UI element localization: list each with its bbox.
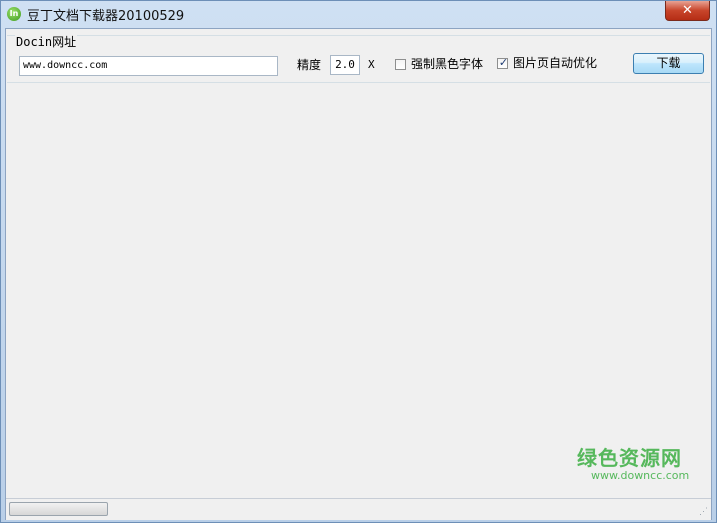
download-button[interactable]: 下载: [633, 53, 704, 74]
app-icon: In: [7, 7, 21, 21]
docin-url-group: Docin网址 www.downcc.com 精度 2.0 X 强制黑色字体 ✓…: [7, 35, 710, 83]
force-black-label[interactable]: 强制黑色字体: [411, 56, 483, 72]
title-bar[interactable]: In 豆丁文档下载器20100529 ✕: [1, 1, 716, 27]
close-button[interactable]: ✕: [665, 1, 710, 21]
auto-optimize-checkbox[interactable]: ✓: [497, 56, 509, 69]
checkmark-icon: ✓: [498, 56, 509, 69]
watermark-url: www.downcc.com: [591, 469, 690, 482]
progress-bar: [9, 502, 108, 516]
status-bar: ⋰: [6, 498, 711, 520]
precision-unit: X: [368, 58, 375, 71]
watermark-text: 绿色资源网: [577, 446, 682, 470]
force-black-checkbox[interactable]: [395, 59, 406, 70]
document-view: [7, 83, 710, 497]
url-input[interactable]: www.downcc.com: [19, 56, 278, 76]
group-label: Docin网址: [15, 35, 78, 49]
close-icon: ✕: [682, 3, 693, 18]
precision-input[interactable]: 2.0: [330, 55, 360, 75]
precision-label: 精度: [297, 58, 322, 72]
resize-grip-icon[interactable]: ⋰: [699, 508, 709, 518]
auto-optimize-label[interactable]: 图片页自动优化: [513, 55, 597, 71]
app-window: In 豆丁文档下载器20100529 ✕ Docin网址 www.downcc.…: [0, 0, 717, 523]
window-title: 豆丁文档下载器20100529: [27, 9, 185, 24]
